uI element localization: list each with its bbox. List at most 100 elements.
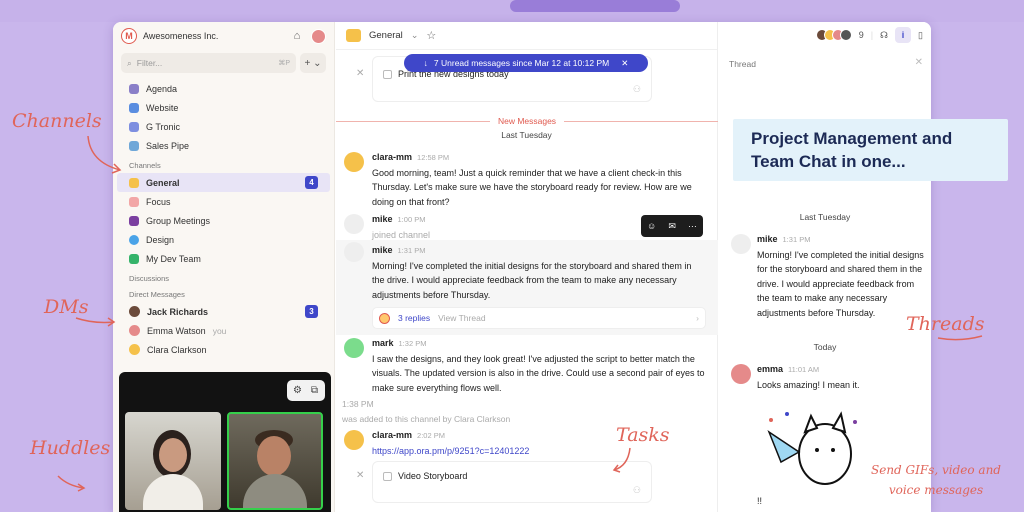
avatar (839, 29, 852, 41)
avatar[interactable] (344, 338, 364, 358)
message[interactable]: clara-mm 12:58 PM Good morning, team! Jus… (336, 150, 718, 209)
message[interactable]: mark 1:32 PM I saw the designs, and they … (336, 336, 718, 395)
author-name[interactable]: clara-mm (372, 152, 412, 162)
dm-emma-watson[interactable]: Emma Watson you (113, 321, 334, 340)
close-icon[interactable]: ✕ (915, 57, 923, 68)
avatar[interactable] (731, 234, 751, 254)
dm-clara-clarkson[interactable]: Clara Clarkson (113, 340, 334, 359)
avatar[interactable] (344, 430, 364, 450)
timestamp: 12:58 PM (417, 153, 450, 162)
task-checkbox[interactable] (383, 471, 392, 481)
video-tile-active-speaker[interactable] (227, 412, 323, 510)
dm-jack-richards[interactable]: Jack Richards 3 (113, 302, 334, 321)
divider-line (336, 120, 490, 122)
unread-banner[interactable]: ↓ 7 Unread messages since Mar 12 at 10:1… (404, 54, 648, 72)
sidebar-item-label: Group Meetings (146, 215, 211, 226)
workspace-name[interactable]: Awesomeness Inc. (143, 31, 283, 41)
thread-title: Thread (729, 59, 756, 69)
channel-header: General ⌄ ☆ (336, 22, 717, 50)
video-tile[interactable] (125, 412, 221, 510)
sidebar-item-label: G Tronic (146, 121, 181, 132)
project-icon (129, 121, 139, 132)
close-icon[interactable]: ✕ (621, 58, 628, 69)
close-icon[interactable]: ✕ (356, 470, 364, 481)
arrow-icon (87, 135, 122, 174)
author-name[interactable]: mike (757, 234, 778, 244)
app-window: M Awesomeness Inc. ⌂ ⌕ Filter... ⌘P + ⌄ … (113, 22, 931, 512)
sidebar-item-design[interactable]: Design (113, 230, 334, 249)
sidebar-item-label: Sales Pipe (146, 140, 190, 151)
member-avatars[interactable] (815, 29, 852, 41)
sidebar-item-website[interactable]: Website (113, 98, 334, 117)
thread-message[interactable]: emma 11:01 AM Looks amazing! I mean it. (727, 362, 927, 392)
user-avatar[interactable] (311, 28, 326, 44)
discussions-section-label[interactable]: Discussions (113, 268, 334, 286)
timestamp: 1:31 PM (397, 246, 426, 255)
participant-face (159, 438, 187, 472)
headphones-icon[interactable]: ☊ (880, 30, 888, 41)
view-thread-link[interactable]: View Thread (438, 311, 485, 326)
author-name[interactable]: mike (372, 214, 393, 224)
popout-icon[interactable]: ⧉ (307, 383, 322, 398)
channels-section-label[interactable]: Channels (113, 155, 334, 173)
chevron-down-icon[interactable]: ⌄ (411, 30, 419, 41)
sidebar-item-general[interactable]: General 4 (117, 173, 330, 192)
project-icon (129, 102, 139, 113)
sidebar-item-group-meetings[interactable]: Group Meetings (113, 211, 334, 230)
thread-message[interactable]: mike 1:31 PM Morning! I've completed the … (727, 232, 927, 320)
trailing-text: !! (757, 496, 763, 506)
timestamp: 1:31 PM (782, 235, 811, 244)
avatar (379, 312, 390, 324)
workspace-logo[interactable]: M (121, 28, 137, 44)
sidebar-item-agenda[interactable]: Agenda (113, 79, 334, 98)
close-icon[interactable]: ✕ (356, 68, 364, 79)
huddle-panel: ⚙ ⧉ (119, 372, 331, 512)
author-name[interactable]: mark (372, 338, 394, 348)
filter-input[interactable]: ⌕ Filter... ⌘P (121, 53, 296, 73)
project-icon (129, 83, 139, 94)
unread-badge: 3 (305, 305, 318, 318)
avatar[interactable] (731, 364, 751, 384)
date-separator: Last Tuesday (799, 212, 851, 222)
emoji-icon[interactable]: ☺ (647, 221, 656, 231)
annotation-tasks: Tasks (616, 424, 670, 446)
message[interactable]: mike 1:31 PM Morning! I've completed the … (336, 240, 718, 335)
avatar[interactable] (344, 152, 364, 172)
topbar-right: 9 | ☊ i ▯ (815, 27, 923, 43)
sidebar-item-focus[interactable]: Focus (113, 192, 334, 211)
add-button[interactable]: + ⌄ (300, 53, 326, 73)
avatar[interactable] (344, 242, 364, 262)
more-icon[interactable]: ··· (688, 221, 697, 231)
sidebar-item-my-dev-team[interactable]: My Dev Team (113, 249, 334, 268)
settings-icon[interactable]: ⚙ (290, 383, 305, 398)
arrow-icon (937, 335, 983, 341)
dm-section-label[interactable]: Direct Messages (113, 286, 334, 302)
divider: | (870, 30, 874, 40)
author-name[interactable]: emma (757, 364, 783, 374)
cat-sticker[interactable] (759, 402, 869, 492)
star-icon[interactable]: ☆ (426, 29, 436, 42)
thread-replies[interactable]: 3 replies View Thread › (372, 307, 706, 329)
home-icon[interactable]: ⌂ (289, 28, 305, 44)
sidebar-item-g-tronic[interactable]: G Tronic (113, 117, 334, 136)
sidebar-item-label: Focus (146, 196, 171, 207)
arrow-icon (57, 475, 86, 492)
reply-icon[interactable]: ✉ (668, 221, 676, 232)
replies-count[interactable]: 3 replies (398, 311, 430, 326)
author-name[interactable]: mike (372, 245, 393, 255)
channel-title[interactable]: General (369, 30, 403, 41)
author-name[interactable]: clara-mm (372, 430, 412, 440)
arrow-icon (75, 317, 116, 327)
sidebar-toggle-icon[interactable]: ▯ (918, 30, 923, 41)
system-message: 1:38 PM was added to this channel by Cla… (336, 397, 718, 426)
member-count[interactable]: 9 (859, 30, 864, 40)
task-checkbox[interactable] (383, 69, 392, 79)
assignee-icon[interactable]: ⚇ (633, 485, 641, 496)
channel-icon (129, 177, 139, 188)
dm-label: Clara Clarkson (147, 344, 207, 355)
info-icon[interactable]: i (895, 27, 912, 43)
assignee-icon[interactable]: ⚇ (633, 84, 641, 95)
avatar[interactable] (344, 214, 364, 234)
sidebar-item-sales-pipe[interactable]: Sales Pipe (113, 136, 334, 155)
annotation-huddles: Huddles (30, 437, 111, 459)
